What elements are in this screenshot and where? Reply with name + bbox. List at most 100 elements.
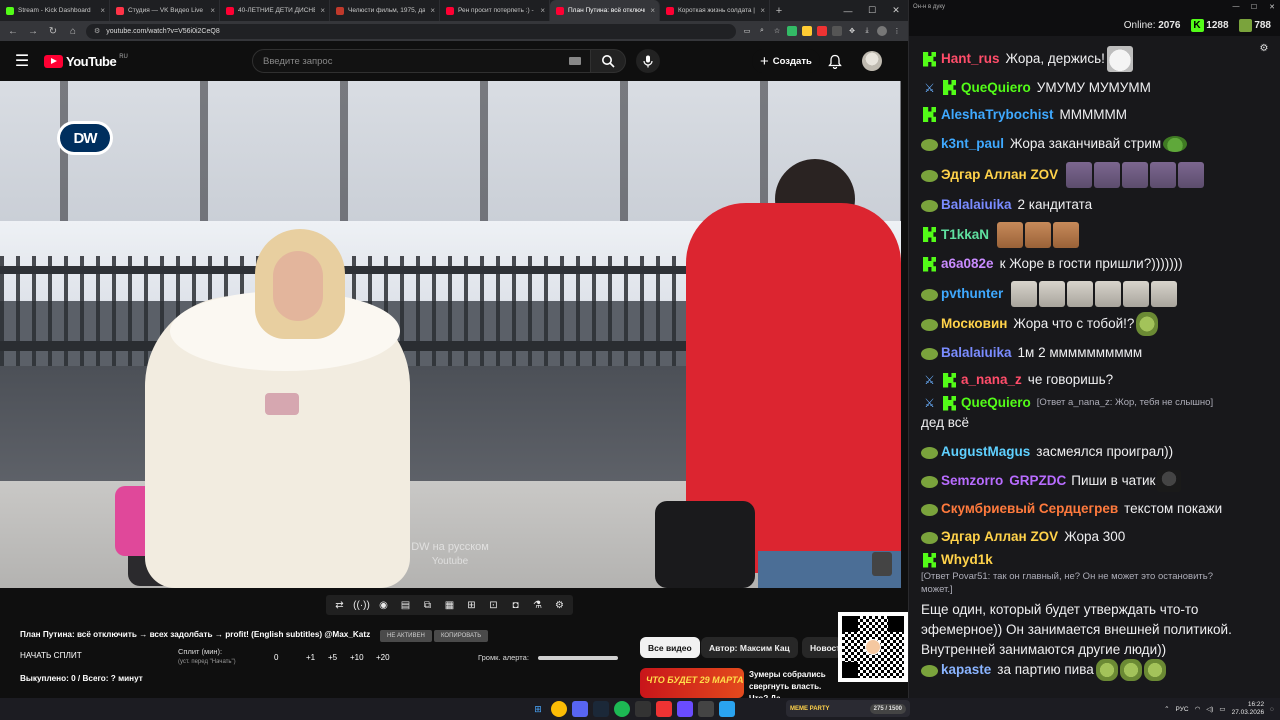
- spotify-icon[interactable]: [614, 701, 630, 717]
- zoom-icon[interactable]: ⌕: [757, 26, 767, 36]
- chevron-up-icon[interactable]: ⌃: [1164, 705, 1169, 713]
- screenshot-icon[interactable]: ⊡: [484, 597, 503, 613]
- app-icon[interactable]: [656, 701, 672, 717]
- close-icon[interactable]: ×: [100, 6, 105, 15]
- start-split-button[interactable]: НАЧАТЬ СПЛИТ: [20, 651, 82, 660]
- chat-username[interactable]: Semzorro: [941, 471, 1003, 491]
- puzzle-icon[interactable]: ✥: [847, 26, 857, 36]
- tab-vk-studio[interactable]: Студия — VK Видео Live ×: [110, 0, 220, 21]
- chat-username[interactable]: k3nt_paul: [941, 134, 1004, 154]
- forward-icon[interactable]: →: [26, 24, 40, 38]
- tab-youtube-3[interactable]: Короткая жизнь солдата | С ×: [660, 0, 770, 21]
- profile-icon[interactable]: [877, 26, 887, 36]
- language-indicator[interactable]: РУС: [1176, 706, 1189, 713]
- start-icon[interactable]: ⊞: [530, 701, 546, 717]
- broadcast-icon[interactable]: ((·)): [352, 597, 371, 613]
- maximize-icon[interactable]: ☐: [860, 0, 884, 21]
- battery-icon[interactable]: ▭: [1219, 705, 1225, 713]
- split-value-plus20[interactable]: +20: [376, 653, 390, 662]
- add-clip-icon[interactable]: ⊞: [462, 597, 481, 613]
- close-icon[interactable]: ×: [540, 6, 545, 15]
- camera-icon[interactable]: ◘: [506, 597, 525, 613]
- meme-party-widget[interactable]: MEME PARTY 275 / 1500: [786, 700, 910, 717]
- player-icon[interactable]: [677, 701, 693, 717]
- create-button[interactable]: + Создать: [752, 49, 820, 73]
- back-icon[interactable]: ←: [6, 24, 20, 38]
- eye-icon[interactable]: ◉: [374, 597, 393, 613]
- site-info-icon[interactable]: ⚙: [94, 27, 100, 35]
- app-icon[interactable]: [698, 701, 714, 717]
- gear-icon[interactable]: ⚙: [550, 597, 569, 613]
- wifi-icon[interactable]: ◠: [1195, 705, 1201, 713]
- obs-icon[interactable]: [635, 701, 651, 717]
- picture-in-picture-icon[interactable]: ⧉: [418, 597, 437, 613]
- clock[interactable]: 16:22 27.03.2026: [1232, 701, 1265, 717]
- home-icon[interactable]: ⌂: [66, 24, 80, 38]
- download-icon[interactable]: ⤓: [862, 26, 872, 36]
- tab-youtube-2[interactable]: Рен просит потерпеть :) - Y ×: [440, 0, 550, 21]
- voice-search-button[interactable]: [636, 49, 660, 73]
- chat-username[interactable]: QueQuiero: [961, 78, 1031, 98]
- menu-dots-icon[interactable]: ⋮: [892, 26, 902, 36]
- chat-username[interactable]: Whyd1k: [941, 550, 993, 570]
- inactive-button[interactable]: НЕ АКТИВЕН: [380, 630, 432, 642]
- new-tab-button[interactable]: +: [770, 0, 788, 21]
- reload-icon[interactable]: ↻: [46, 24, 60, 38]
- chat-username[interactable]: a6a082e: [941, 254, 994, 274]
- minimize-icon[interactable]: —: [836, 0, 860, 21]
- chat-username[interactable]: Hant_rus: [941, 49, 1000, 69]
- tab-youtube-active[interactable]: План Путина: всё отключит ×: [550, 0, 660, 21]
- account-avatar[interactable]: [862, 51, 882, 71]
- close-icon[interactable]: ×: [320, 6, 325, 15]
- split-value-plus5[interactable]: +5: [328, 653, 337, 662]
- tab-kick-dashboard[interactable]: Stream - Kick Dashboard ×: [0, 0, 110, 21]
- notifications-button[interactable]: [826, 52, 844, 70]
- chip-news[interactable]: Новости: [802, 637, 842, 658]
- maximize-icon[interactable]: ☐: [1245, 3, 1263, 11]
- extension-icon[interactable]: [817, 26, 827, 36]
- close-window-icon[interactable]: ✕: [1263, 3, 1280, 11]
- hamburger-menu-icon[interactable]: ☰: [0, 51, 44, 71]
- tab-jaws[interactable]: Челюсти фильм, 1975, дат ×: [330, 0, 440, 21]
- bookmark-star-icon[interactable]: ☆: [772, 26, 782, 36]
- close-icon[interactable]: ×: [650, 6, 655, 15]
- close-icon[interactable]: ×: [430, 6, 435, 15]
- extension-icon[interactable]: [832, 26, 842, 36]
- close-window-icon[interactable]: ✕: [884, 0, 908, 21]
- chat-username[interactable]: AugustMagus: [941, 442, 1030, 462]
- cast-icon[interactable]: ▭: [742, 26, 752, 36]
- search-button[interactable]: [590, 49, 626, 73]
- minimize-icon[interactable]: —: [1227, 3, 1245, 11]
- discord-icon[interactable]: [572, 701, 588, 717]
- youtube-logo[interactable]: YouTube RU: [44, 54, 194, 69]
- loop-icon[interactable]: ⇄: [330, 597, 349, 613]
- chat-username[interactable]: Balalaiuika: [941, 195, 1012, 215]
- copy-button[interactable]: КОПИРОВАТЬ: [434, 630, 489, 642]
- search-input[interactable]: [263, 55, 553, 67]
- flask-icon[interactable]: ⚗: [528, 597, 547, 613]
- chip-all-videos[interactable]: Все видео: [640, 637, 700, 658]
- split-value-plus1[interactable]: +1: [306, 653, 315, 662]
- chat-username[interactable]: Balalaiuika: [941, 343, 1012, 363]
- chat-username[interactable]: Скумбриевый Сердцегрев: [941, 499, 1118, 519]
- extension-icon[interactable]: [787, 26, 797, 36]
- extension-icon[interactable]: [802, 26, 812, 36]
- close-icon[interactable]: ×: [760, 6, 765, 15]
- chip-author[interactable]: Автор: Максим Кац: [701, 637, 798, 658]
- chat-username[interactable]: T1kkaN: [941, 225, 989, 245]
- chat-username[interactable]: pvthunter: [941, 284, 1003, 304]
- chat-username[interactable]: Московин: [941, 314, 1007, 334]
- telegram-icon[interactable]: [719, 701, 735, 717]
- volume-icon[interactable]: ◁): [1206, 705, 1213, 713]
- split-value-plus10[interactable]: +10: [350, 653, 364, 662]
- chat-username[interactable]: QueQuiero: [961, 393, 1031, 413]
- chat-username[interactable]: Эдгар Аллан ZOV: [941, 527, 1058, 547]
- playlist-icon[interactable]: ▦: [440, 597, 459, 613]
- split-value-0[interactable]: 0: [274, 653, 278, 662]
- address-bar[interactable]: ⚙ youtube.com/watch?v=V56i0i2CeQ8: [86, 23, 736, 39]
- tab-youtube-1[interactable]: 40-ЛЕТНИЕ ДЕТИ ДИСНЕЯ ×: [220, 0, 330, 21]
- film-icon[interactable]: ▤: [396, 597, 415, 613]
- video-player[interactable]: DW DW на русском Youtube: [0, 81, 901, 588]
- notification-icon[interactable]: ◌: [1270, 706, 1274, 713]
- keyboard-icon[interactable]: [569, 57, 581, 65]
